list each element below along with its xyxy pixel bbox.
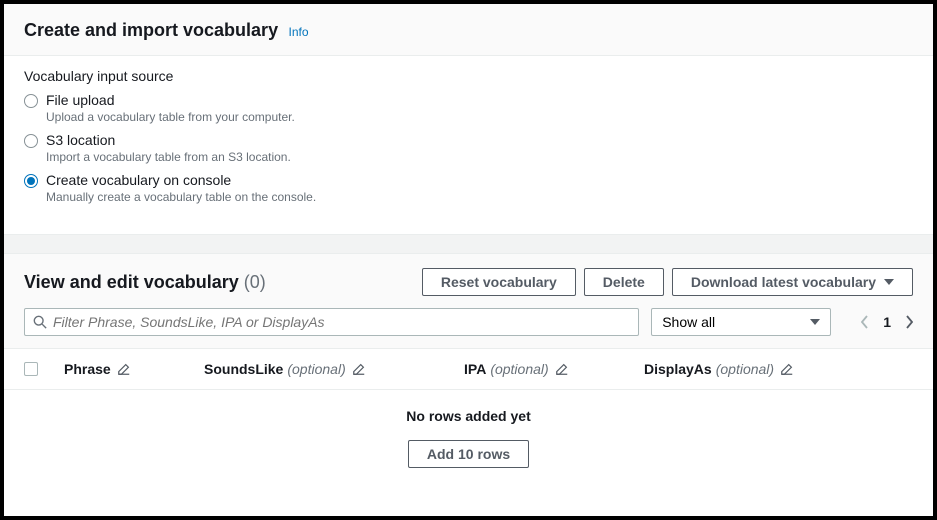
radio-icon xyxy=(24,174,38,188)
chevron-right-icon xyxy=(905,315,913,329)
table-title: View and edit vocabulary xyxy=(24,272,239,292)
radio-label: S3 location xyxy=(46,132,115,148)
edit-icon xyxy=(780,362,794,376)
caret-down-icon xyxy=(884,279,894,285)
radio-file-upload[interactable]: File upload xyxy=(24,92,913,108)
empty-message: No rows added yet xyxy=(4,408,933,424)
input-source-label: Vocabulary input source xyxy=(24,68,913,84)
col-ipa[interactable]: IPA (optional) xyxy=(464,361,644,377)
radio-label: Create vocabulary on console xyxy=(46,172,231,188)
prev-page-button[interactable] xyxy=(861,315,869,329)
caret-down-icon xyxy=(810,319,820,325)
edit-icon xyxy=(352,362,366,376)
table-actions: Reset vocabulary Delete Download latest … xyxy=(422,268,913,296)
select-all-checkbox[interactable] xyxy=(24,362,38,376)
show-all-select[interactable]: Show all xyxy=(651,308,831,336)
filter-row: Show all 1 xyxy=(4,308,933,349)
radio-icon xyxy=(24,134,38,148)
input-source-section: Vocabulary input source File upload Uplo… xyxy=(4,56,933,234)
filter-input[interactable] xyxy=(53,314,630,330)
delete-button[interactable]: Delete xyxy=(584,268,664,296)
table-column-header: Phrase SoundsLike (optional) IPA (option… xyxy=(4,349,933,390)
search-icon xyxy=(33,315,47,329)
radio-desc: Upload a vocabulary table from your comp… xyxy=(46,110,913,124)
radio-desc: Manually create a vocabulary table on th… xyxy=(46,190,913,204)
add-rows-button[interactable]: Add 10 rows xyxy=(408,440,529,468)
reset-vocabulary-button[interactable]: Reset vocabulary xyxy=(422,268,576,296)
col-soundslike[interactable]: SoundsLike (optional) xyxy=(204,361,464,377)
col-phrase[interactable]: Phrase xyxy=(64,361,204,377)
radio-create-on-console[interactable]: Create vocabulary on console xyxy=(24,172,913,188)
panel-divider xyxy=(4,234,933,254)
empty-state: No rows added yet Add 10 rows xyxy=(4,390,933,492)
table-count: (0) xyxy=(244,272,266,292)
next-page-button[interactable] xyxy=(905,315,913,329)
download-vocabulary-button[interactable]: Download latest vocabulary xyxy=(672,268,913,296)
chevron-left-icon xyxy=(861,315,869,329)
select-all-cell xyxy=(24,362,64,376)
radio-label: File upload xyxy=(46,92,115,108)
radio-icon xyxy=(24,94,38,108)
edit-icon xyxy=(117,362,131,376)
panel-header: Create and import vocabulary Info xyxy=(4,4,933,56)
page-number: 1 xyxy=(883,314,891,330)
app-window: Create and import vocabulary Info Vocabu… xyxy=(4,4,933,516)
pagination: 1 xyxy=(843,314,913,330)
select-value: Show all xyxy=(662,314,715,330)
table-panel: View and edit vocabulary (0) Reset vocab… xyxy=(4,254,933,492)
table-header: View and edit vocabulary (0) Reset vocab… xyxy=(4,254,933,308)
page-title: Create and import vocabulary xyxy=(24,20,278,40)
radio-s3-location[interactable]: S3 location xyxy=(24,132,913,148)
info-link[interactable]: Info xyxy=(289,25,309,39)
table-title-row: View and edit vocabulary (0) xyxy=(24,272,266,293)
edit-icon xyxy=(555,362,569,376)
filter-input-wrap[interactable] xyxy=(24,308,639,336)
col-displayas[interactable]: DisplayAs (optional) xyxy=(644,361,913,377)
create-panel: Create and import vocabulary Info Vocabu… xyxy=(4,4,933,234)
radio-desc: Import a vocabulary table from an S3 loc… xyxy=(46,150,913,164)
